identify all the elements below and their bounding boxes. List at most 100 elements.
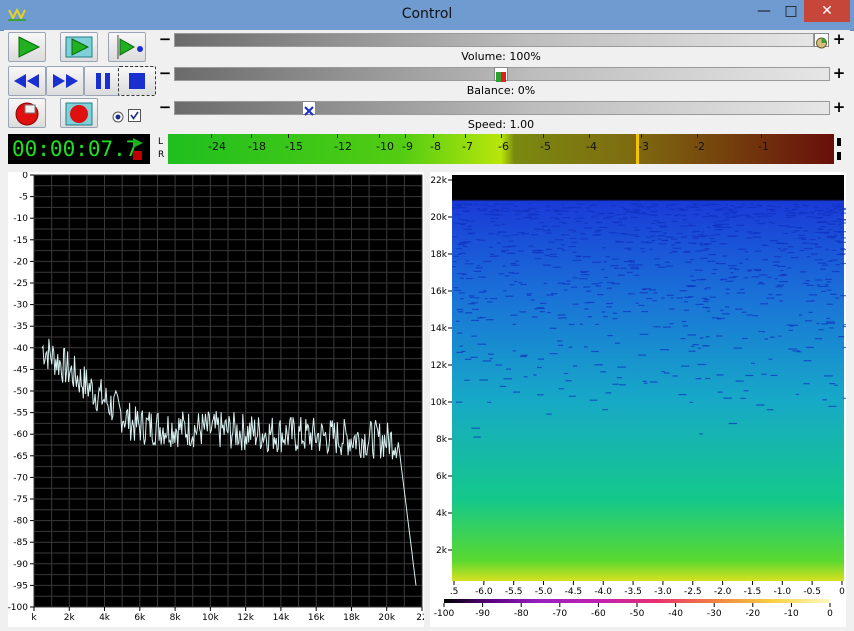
spectrogram-speckle — [765, 215, 773, 217]
option-checkbox[interactable] — [128, 107, 141, 122]
spectrogram-speckle — [459, 345, 463, 347]
spectrogram-speckle — [646, 227, 652, 229]
spectrogram-speckle — [579, 323, 584, 325]
spectrogram-speckle — [607, 335, 613, 337]
meter-channel-left: L — [158, 137, 164, 147]
spectrogram-speckle — [566, 280, 571, 282]
spectrogram-speckle — [671, 250, 677, 253]
spectrogram-speckle — [838, 209, 846, 211]
x-tick-label: 0 — [839, 587, 845, 597]
spectrogram-speckle — [453, 261, 457, 263]
spectrogram-speckle — [502, 235, 511, 237]
spectrogram-speckle — [775, 286, 783, 288]
spectrogram-speckle — [506, 368, 512, 370]
spectrogram-speckle — [550, 217, 558, 219]
close-button[interactable]: ✕ — [804, 0, 850, 22]
speed-slider[interactable] — [174, 101, 830, 115]
spectrogram-speckle — [665, 236, 674, 238]
spectrogram-speckle — [736, 224, 745, 226]
speed-increase-button[interactable]: + — [832, 100, 846, 115]
spectrogram-speckle — [662, 326, 671, 328]
spectrogram-speckle — [755, 270, 762, 272]
spectrogram-speckle — [716, 374, 724, 376]
volume-slider[interactable] — [174, 33, 814, 47]
spectrogram-speckle — [779, 300, 783, 302]
spectrogram-speckle — [457, 205, 462, 207]
spectrogram-speckle — [754, 220, 760, 222]
volume-slider-thumb[interactable] — [814, 33, 829, 49]
stop-button[interactable] — [118, 66, 156, 96]
spectrogram-speckle — [803, 383, 810, 385]
spectrogram-speckle — [572, 251, 577, 253]
spectrogram-speckle — [838, 336, 845, 338]
spectrogram-speckle — [568, 395, 576, 397]
spectrogram-speckle — [826, 317, 831, 320]
spectrogram-speckle — [756, 404, 765, 406]
balance-increase-button[interactable]: + — [832, 66, 846, 81]
spectrogram-speckle — [831, 249, 837, 252]
pause-button[interactable] — [84, 66, 122, 96]
spectrogram-speckle — [575, 255, 582, 257]
record-button[interactable] — [8, 98, 46, 128]
spectrogram-speckle — [562, 217, 571, 219]
spectrogram-speckle — [471, 427, 480, 429]
spectrogram-speckle — [834, 384, 838, 386]
spectrogram-speckle — [589, 205, 594, 207]
rewind-button[interactable] — [8, 66, 46, 96]
spectrogram-speckle — [465, 312, 473, 314]
y-tick-label: 16k — [430, 287, 447, 297]
spectrogram-speckle — [576, 203, 585, 205]
spectrogram-speckle — [575, 220, 581, 222]
balance-slider-thumb[interactable] — [494, 67, 508, 82]
spectrogram-speckle — [595, 285, 601, 287]
fast-forward-button[interactable] — [46, 66, 84, 96]
spectrogram-speckle — [456, 248, 462, 250]
spectrogram-speckle — [730, 205, 735, 207]
spectrogram-speckle — [597, 294, 604, 296]
spectrogram-speckle — [708, 254, 717, 256]
spectrogram-speckle — [531, 234, 539, 236]
spectrogram-speckle — [827, 260, 833, 262]
spectrogram-speckle — [601, 311, 606, 313]
play-button[interactable] — [8, 32, 46, 62]
spectrogram-speckle — [681, 365, 690, 367]
spectrogram-speckle — [634, 235, 640, 238]
spectrogram-speckle — [520, 354, 528, 356]
minimize-button[interactable]: — — [750, 0, 778, 22]
spectrogram-speckle — [646, 298, 653, 300]
meter-tick-mark — [543, 134, 544, 138]
spectrogram-speckle — [815, 243, 819, 246]
volume-increase-button[interactable]: + — [832, 32, 846, 47]
spectrogram-speckle — [838, 218, 843, 220]
spectrogram-speckle — [648, 214, 655, 216]
spectrogram-speckle — [712, 216, 719, 218]
x-tick-label: -4.0 — [594, 587, 612, 597]
speed-slider-thumb[interactable] — [302, 101, 316, 116]
option-radio[interactable] — [112, 108, 124, 123]
pause-icon — [96, 73, 110, 89]
spectrogram-speckle — [561, 210, 570, 212]
spectrogram-speckle — [764, 338, 769, 340]
spectrogram-speckle — [560, 203, 565, 206]
spectrogram-speckle — [758, 331, 765, 333]
y-tick-label: 6k — [436, 472, 448, 482]
speed-decrease-button[interactable]: − — [158, 100, 172, 115]
x-tick-label: 8k — [170, 613, 182, 623]
play-from-button[interactable] — [108, 32, 146, 62]
play-loop-button[interactable] — [60, 32, 98, 62]
spectrogram-speckle — [720, 309, 724, 311]
spectrogram-speckle — [464, 203, 470, 206]
spectrogram-speckle — [740, 214, 749, 216]
y-tick-label: -80 — [13, 517, 28, 527]
spectrogram-speckle — [688, 350, 696, 352]
time-text: 00:00:07.7 — [12, 137, 139, 161]
spectrogram-speckle — [781, 225, 790, 227]
spectrogram-speckle — [790, 257, 799, 259]
meter-tick-label: -18 — [248, 140, 266, 153]
meter-tick-mark — [589, 134, 590, 138]
spectrogram-speckle — [568, 229, 576, 231]
volume-decrease-button[interactable]: − — [158, 32, 172, 47]
balance-decrease-button[interactable]: − — [158, 66, 172, 81]
maximize-button[interactable]: □ — [778, 0, 804, 22]
record-region-button[interactable] — [60, 98, 98, 128]
